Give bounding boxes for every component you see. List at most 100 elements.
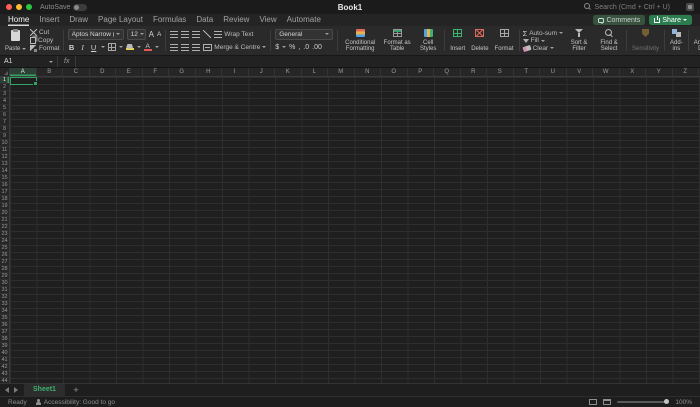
column-header-g[interactable]: G <box>169 68 196 76</box>
row-header-29[interactable]: 29 <box>0 273 9 280</box>
row-header-44[interactable]: 44 <box>0 378 9 383</box>
autosave-control[interactable]: AutoSave <box>40 3 88 11</box>
copy-button[interactable]: Copy <box>30 37 60 45</box>
row-header-36[interactable]: 36 <box>0 322 9 329</box>
row-header-4[interactable]: 4 <box>0 98 9 105</box>
analyse-data-button[interactable]: Analyse Data <box>692 28 700 53</box>
orientation-button[interactable] <box>203 30 212 38</box>
comma-style-button[interactable]: , <box>298 44 300 51</box>
ribbon-tab-home[interactable]: Home <box>8 14 29 26</box>
increase-font-size-button[interactable]: A <box>149 30 154 39</box>
share-button[interactable]: Share <box>649 15 692 25</box>
column-header-x[interactable]: X <box>620 68 646 76</box>
column-header-r[interactable]: R <box>461 68 487 76</box>
underline-button[interactable]: U <box>90 43 98 52</box>
number-format-select[interactable]: General <box>275 28 334 40</box>
conditional-formatting-button[interactable]: Conditional Formatting <box>341 28 379 53</box>
row-header-41[interactable]: 41 <box>0 357 9 364</box>
font-size-select[interactable]: 12 <box>126 28 146 40</box>
align-bottom-button[interactable] <box>192 30 201 38</box>
underline-options-chevron[interactable] <box>100 46 105 48</box>
row-header-3[interactable]: 3 <box>0 91 9 98</box>
row-header-17[interactable]: 17 <box>0 189 9 196</box>
row-header-30[interactable]: 30 <box>0 280 9 287</box>
borders-chevron[interactable] <box>118 46 123 48</box>
font-name-select[interactable]: Aptos Narrow (Bod... <box>67 28 124 40</box>
fill-button[interactable]: Fill <box>522 37 563 45</box>
search-box[interactable]: Search (Cmd + Ctrl + U) <box>583 3 670 11</box>
autosave-toggle[interactable] <box>73 3 88 11</box>
accounting-format-button[interactable]: $ <box>275 44 279 51</box>
row-header-15[interactable]: 15 <box>0 175 9 182</box>
sheet-nav-next-button[interactable] <box>14 387 18 393</box>
column-header-t[interactable]: T <box>514 68 540 76</box>
row-header-33[interactable]: 33 <box>0 301 9 308</box>
column-header-b[interactable]: B <box>37 68 63 76</box>
column-header-c[interactable]: C <box>63 68 90 76</box>
column-header-p[interactable]: P <box>408 68 434 76</box>
row-header-2[interactable]: 2 <box>0 84 9 91</box>
row-header-6[interactable]: 6 <box>0 112 9 119</box>
find-select-button[interactable]: Find & Select <box>595 28 623 53</box>
clear-button[interactable]: Clear <box>521 44 563 53</box>
ribbon-tab-formulas[interactable]: Formulas <box>153 14 186 26</box>
column-header-u[interactable]: U <box>540 68 567 76</box>
format-cells-button[interactable]: Format <box>493 28 516 53</box>
format-as-table-button[interactable]: Format as Table <box>381 28 413 53</box>
row-header-13[interactable]: 13 <box>0 161 9 168</box>
select-all-corner[interactable] <box>0 68 10 76</box>
accessibility-status[interactable]: Accessibility: Good to go <box>35 399 115 406</box>
row-header-12[interactable]: 12 <box>0 154 9 161</box>
fill-color-chevron[interactable] <box>136 46 141 48</box>
wrap-text-button[interactable]: Wrap Text <box>214 30 253 38</box>
row-header-7[interactable]: 7 <box>0 119 9 126</box>
row-header-43[interactable]: 43 <box>0 371 9 378</box>
normal-view-button[interactable] <box>589 399 598 405</box>
decrease-decimal-button[interactable]: .00 <box>312 44 322 51</box>
align-middle-button[interactable] <box>181 30 190 38</box>
column-header-k[interactable]: K <box>275 68 302 76</box>
increase-decimal-button[interactable]: .0 <box>303 44 309 51</box>
ribbon-tab-automate[interactable]: Automate <box>287 14 321 26</box>
row-header-11[interactable]: 11 <box>0 147 9 154</box>
fill-color-button[interactable] <box>125 44 134 50</box>
row-header-10[interactable]: 10 <box>0 140 9 147</box>
column-header-n[interactable]: N <box>355 68 381 76</box>
ribbon-tab-insert[interactable]: Insert <box>39 14 59 26</box>
row-header-24[interactable]: 24 <box>0 238 9 245</box>
row-header-28[interactable]: 28 <box>0 266 9 273</box>
row-header-18[interactable]: 18 <box>0 196 9 203</box>
row-header-1[interactable]: 1 <box>0 77 9 84</box>
row-header-38[interactable]: 38 <box>0 336 9 343</box>
autosum-button[interactable]: Σ Auto-sum <box>523 29 564 38</box>
titlebar-menu-icon[interactable] <box>686 3 694 11</box>
column-header-m[interactable]: M <box>328 68 355 76</box>
row-header-25[interactable]: 25 <box>0 245 9 252</box>
row-header-42[interactable]: 42 <box>0 364 9 371</box>
column-header-d[interactable]: D <box>90 68 116 76</box>
ribbon-tab-view[interactable]: View <box>259 14 276 26</box>
column-header-y[interactable]: Y <box>646 68 673 76</box>
formula-input[interactable] <box>76 56 700 67</box>
row-header-35[interactable]: 35 <box>0 315 9 322</box>
format-painter-button[interactable]: Format <box>30 44 60 52</box>
cut-button[interactable]: Cut <box>30 29 60 37</box>
zoom-slider[interactable] <box>617 399 670 404</box>
row-header-22[interactable]: 22 <box>0 224 9 231</box>
font-color-button[interactable]: A <box>143 43 152 51</box>
row-header-26[interactable]: 26 <box>0 252 9 259</box>
row-header-31[interactable]: 31 <box>0 287 9 294</box>
column-header-a[interactable]: A <box>10 68 37 76</box>
align-right-button[interactable] <box>192 43 201 51</box>
column-header-j[interactable]: J <box>249 68 275 76</box>
align-top-button[interactable] <box>170 30 179 38</box>
row-header-19[interactable]: 19 <box>0 203 9 210</box>
row-header-20[interactable]: 20 <box>0 210 9 217</box>
column-header-w[interactable]: W <box>593 68 620 76</box>
row-header-8[interactable]: 8 <box>0 126 9 133</box>
row-header-9[interactable]: 9 <box>0 133 9 140</box>
row-header-21[interactable]: 21 <box>0 217 9 224</box>
row-header-14[interactable]: 14 <box>0 168 9 175</box>
sort-filter-button[interactable]: Sort & Filter <box>565 28 593 53</box>
column-header-s[interactable]: S <box>487 68 514 76</box>
